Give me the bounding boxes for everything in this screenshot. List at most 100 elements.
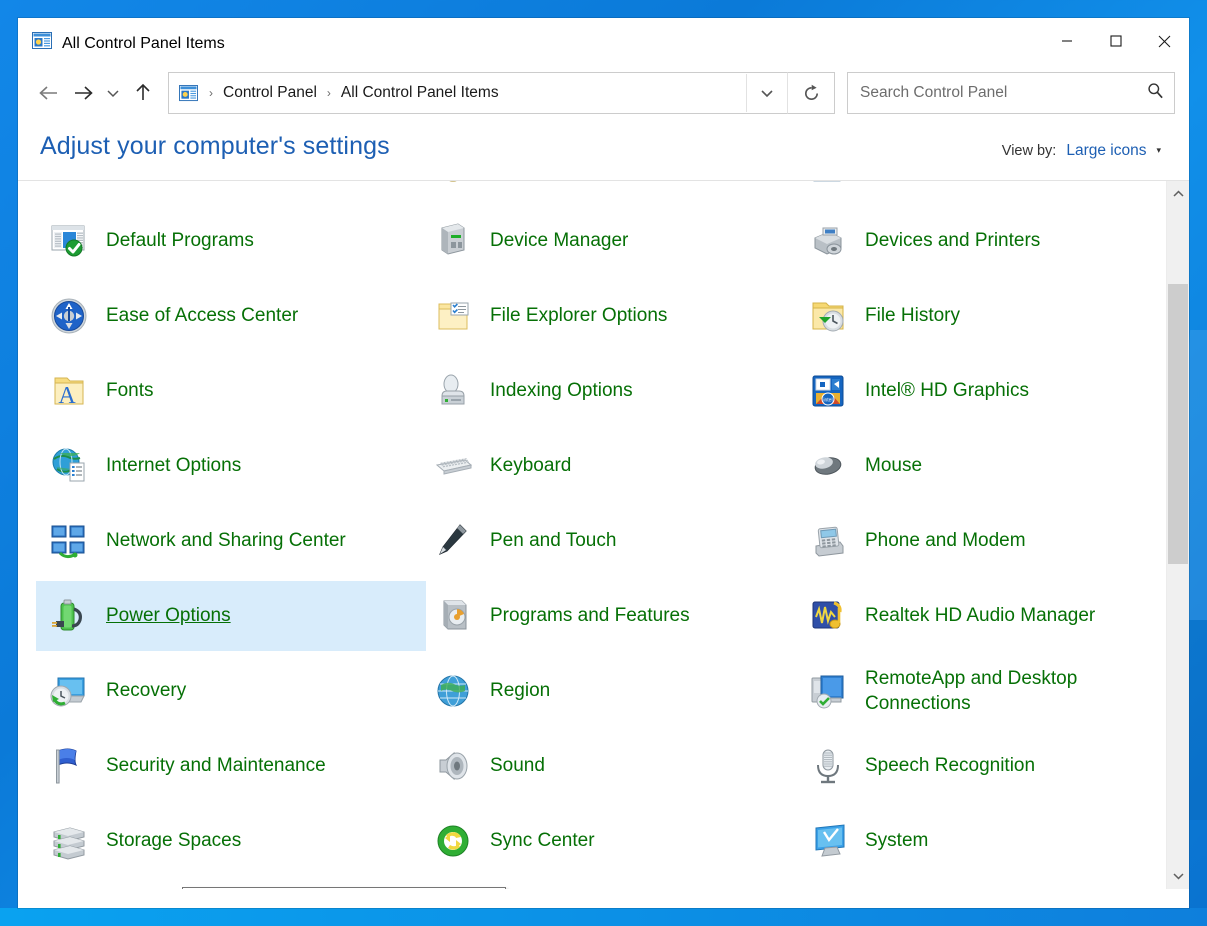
pen-and-touch-icon [426, 520, 480, 562]
view-by-control: View by: Large icons ▾ [1002, 142, 1161, 160]
minimize-button[interactable] [1042, 18, 1091, 64]
svg-text:intel: intel [823, 398, 832, 404]
control-panel-items-grid: Color ManagementCredential ManagerDate a… [18, 180, 1166, 881]
control-panel-item-system[interactable]: System [795, 806, 1172, 876]
internet-options-icon [42, 445, 96, 487]
control-panel-item-label: Sync Center [480, 828, 595, 853]
search-input[interactable] [858, 83, 1147, 103]
close-icon [1158, 35, 1171, 48]
control-panel-item-devices-and-printers[interactable]: Devices and Printers [795, 206, 1172, 276]
view-by-value[interactable]: Large icons [1066, 142, 1146, 160]
up-button[interactable] [126, 76, 160, 110]
control-panel-item-date-and-time[interactable]: Date and Time [795, 180, 1172, 201]
control-panel-item-ease-of-access-center[interactable]: Ease of Access Center [36, 281, 426, 351]
storage-spaces-icon [48, 820, 90, 862]
arrow-left-icon [38, 84, 60, 102]
control-panel-item-label: Sound [480, 753, 545, 778]
control-panel-item-fonts[interactable]: AFonts [36, 356, 426, 426]
maximize-button[interactable] [1091, 18, 1140, 64]
control-panel-item-pen-and-touch[interactable]: Pen and Touch [420, 506, 801, 576]
control-panel-window: All Control Panel Items [18, 18, 1189, 908]
power-options-icon [42, 595, 96, 637]
sync-center-icon [426, 820, 480, 862]
control-panel-item-file-explorer-options[interactable]: File Explorer Options [420, 281, 801, 351]
programs-and-features-icon [432, 595, 474, 637]
system-icon [801, 820, 855, 862]
control-panel-item-default-programs[interactable]: Default Programs [36, 206, 426, 276]
control-panel-item-label: Programs and Features [480, 603, 690, 628]
date-and-time-icon [807, 180, 849, 187]
internet-options-icon [48, 445, 90, 487]
address-dropdown-button[interactable] [746, 74, 787, 112]
control-panel-item-phone-and-modem[interactable]: Phone and Modem [795, 506, 1172, 576]
address-bar[interactable]: › Control Panel › All Control Panel Item… [168, 72, 788, 114]
phone-and-modem-icon [801, 520, 855, 562]
devices-and-printers-icon [807, 220, 849, 262]
keyboard-icon [432, 445, 474, 487]
scrollbar-thumb[interactable] [1168, 284, 1188, 564]
sync-center-icon [432, 820, 474, 862]
remoteapp-icon [801, 670, 855, 712]
recovery-icon [48, 670, 90, 712]
search-box[interactable] [847, 72, 1175, 114]
control-panel-item-label: Devices and Printers [855, 228, 1040, 253]
arrow-up-icon [134, 83, 152, 103]
forward-button[interactable] [66, 76, 100, 110]
control-panel-item-region[interactable]: Region [420, 656, 801, 726]
control-panel-item-device-manager[interactable]: Device Manager [420, 206, 801, 276]
control-panel-item-label: Ease of Access Center [96, 303, 298, 328]
breadcrumb-separator: › [324, 86, 334, 100]
control-panel-item-security-and-maintenance[interactable]: Security and Maintenance [36, 731, 426, 801]
control-panel-item-credential-manager[interactable]: Credential Manager [420, 180, 801, 201]
control-panel-item-intel-hd-graphics[interactable]: intelIntel® HD Graphics [795, 356, 1172, 426]
control-panel-item-speech-recognition[interactable]: Speech Recognition [795, 731, 1172, 801]
control-panel-item-label: Speech Recognition [855, 753, 1035, 778]
file-history-icon [807, 295, 849, 337]
control-panel-item-label: Power Options [96, 603, 231, 628]
search-icon[interactable] [1147, 82, 1164, 104]
control-panel-item-network-and-sharing-center[interactable]: Network and Sharing Center [36, 506, 426, 576]
control-panel-item-label: Recovery [96, 678, 186, 703]
control-panel-item-file-history[interactable]: File History [795, 281, 1172, 351]
chevron-down-icon[interactable]: ▾ [1156, 145, 1161, 156]
control-panel-item-sound[interactable]: Sound [420, 731, 801, 801]
phone-and-modem-icon [807, 520, 849, 562]
scroll-up-button[interactable] [1167, 183, 1189, 205]
chevron-down-icon [760, 87, 774, 99]
date-and-time-icon [801, 180, 855, 187]
breadcrumb-icon[interactable] [179, 85, 202, 102]
recent-locations-button[interactable] [100, 76, 126, 110]
maximize-icon [1110, 35, 1122, 47]
control-panel-item-internet-options[interactable]: Internet Options [36, 431, 426, 501]
refresh-button[interactable] [787, 72, 835, 114]
scroll-down-button[interactable] [1167, 865, 1189, 887]
speech-recognition-icon [807, 745, 849, 787]
control-panel-item-power-options[interactable]: Power Options [36, 581, 426, 651]
device-manager-icon [432, 220, 474, 262]
control-panel-item-sync-center[interactable]: Sync Center [420, 806, 801, 876]
breadcrumb-item-all-control-panel-items[interactable]: All Control Panel Items [338, 82, 502, 104]
back-button[interactable] [32, 76, 66, 110]
realtek-hd-audio-icon [801, 595, 855, 637]
control-panel-item-storage-spaces[interactable]: Storage Spaces [36, 806, 426, 876]
control-panel-item-realtek-hd-audio-manager[interactable]: Realtek HD Audio Manager [795, 581, 1172, 651]
minimize-icon [1061, 35, 1073, 47]
control-panel-item-remoteapp-and-desktop-connections[interactable]: RemoteApp and Desktop Connections [795, 656, 1172, 726]
keyboard-icon [426, 445, 480, 487]
control-panel-icon [32, 32, 52, 55]
control-panel-item-indexing-options[interactable]: Indexing Options [420, 356, 801, 426]
close-button[interactable] [1140, 18, 1189, 64]
breadcrumb-item-control-panel[interactable]: Control Panel [220, 82, 320, 104]
color-management-icon [48, 180, 90, 187]
control-panel-item-label: Fonts [96, 378, 154, 403]
file-explorer-options-icon [432, 295, 474, 337]
control-panel-item-programs-and-features[interactable]: Programs and Features [420, 581, 801, 651]
control-panel-item-label: Region [480, 678, 550, 703]
control-panel-item-keyboard[interactable]: Keyboard [420, 431, 801, 501]
vertical-scrollbar[interactable] [1166, 181, 1189, 889]
intel-hd-graphics-icon: intel [801, 370, 855, 412]
system-icon [807, 820, 849, 862]
control-panel-item-color-management[interactable]: Color Management [36, 180, 426, 201]
control-panel-item-mouse[interactable]: Mouse [795, 431, 1172, 501]
control-panel-item-recovery[interactable]: Recovery [36, 656, 426, 726]
